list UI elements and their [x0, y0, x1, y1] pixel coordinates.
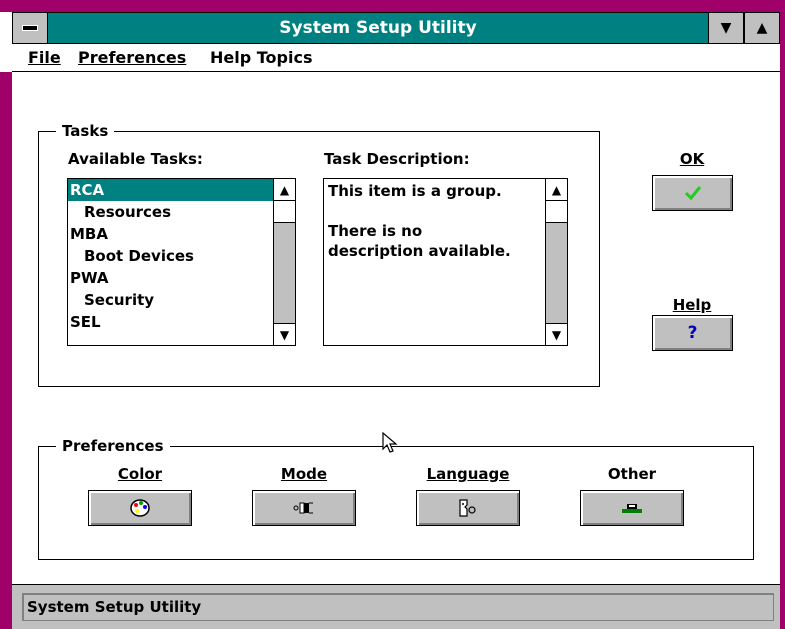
- language-label-text: Language: [426, 465, 510, 483]
- help-button[interactable]: ?: [652, 315, 733, 351]
- preferences-group-title: Preferences: [56, 437, 170, 455]
- status-bar: System Setup Utility: [12, 584, 780, 629]
- task-list-item[interactable]: SEL: [68, 311, 295, 333]
- color-label: Color: [88, 465, 192, 483]
- desc-scroll-up-button[interactable]: ▲: [546, 179, 567, 201]
- task-list-items: RCA Resources MBA Boot Devices PWA Security SE…: [68, 179, 295, 333]
- window-frame-left: [0, 72, 12, 629]
- window-frame-top: [0, 0, 785, 12]
- checkmark-icon: [684, 186, 701, 201]
- task-list-item[interactable]: Security: [68, 289, 295, 311]
- minimize-button[interactable]: ▼: [708, 12, 744, 44]
- help-label: Help: [652, 296, 732, 314]
- color-button[interactable]: [88, 490, 192, 526]
- menu-help-topics-label: Help Topics: [210, 48, 313, 67]
- color-label-text: Color: [117, 465, 163, 483]
- window-frame-right: [780, 10, 785, 629]
- task-description-label: Task Description:: [324, 150, 470, 168]
- menu-bar: File Preferences Help Topics: [12, 44, 780, 72]
- ok-label-text: OK: [679, 150, 705, 168]
- mode-label: Mode: [252, 465, 356, 483]
- language-label: Language: [416, 465, 520, 483]
- minimize-icon: ▼: [720, 20, 732, 36]
- menu-file-label: File: [28, 48, 61, 67]
- scroll-up-icon: ▲: [279, 182, 290, 197]
- mode-icon: [293, 502, 313, 514]
- task-list-item[interactable]: Resources: [68, 201, 295, 223]
- task-description-box[interactable]: This item is a group. There is no descri…: [323, 178, 568, 346]
- status-text: System Setup Utility: [22, 593, 774, 621]
- scroll-up-button[interactable]: ▲: [274, 179, 295, 201]
- scroll-thumb[interactable]: [274, 201, 295, 223]
- mode-button[interactable]: [252, 490, 356, 526]
- maximize-icon: ▲: [756, 20, 768, 36]
- menu-help-topics[interactable]: Help Topics: [210, 48, 312, 67]
- client-area: Tasks Available Tasks: Task Description:…: [12, 72, 780, 590]
- other-button[interactable]: [580, 490, 684, 526]
- task-description-text: This item is a group. There is no descri…: [328, 182, 511, 260]
- system-menu-button[interactable]: [12, 12, 48, 44]
- tasks-group-title: Tasks: [56, 122, 115, 140]
- task-list-item[interactable]: Boot Devices: [68, 245, 295, 267]
- scroll-down-button[interactable]: ▼: [274, 323, 295, 345]
- palette-icon: [130, 499, 150, 517]
- app-window: System Setup Utility ▼ ▲ File Preference…: [0, 0, 785, 629]
- task-list-item[interactable]: PWA: [68, 267, 295, 289]
- menu-preferences-label: Preferences: [78, 48, 187, 67]
- system-menu-icon: [22, 25, 38, 31]
- scroll-down-icon: ▼: [279, 327, 290, 342]
- desc-scroll-up-icon: ▲: [551, 182, 562, 197]
- description-scrollbar[interactable]: ▲ ▼: [545, 179, 567, 345]
- help-question-icon: ?: [687, 323, 698, 343]
- language-icon: [459, 499, 476, 517]
- help-label-text: Help: [672, 296, 712, 314]
- menu-preferences[interactable]: Preferences: [78, 48, 186, 67]
- other-icon: [622, 504, 642, 513]
- language-button[interactable]: [416, 490, 520, 526]
- maximize-button[interactable]: ▲: [744, 12, 780, 44]
- mouse-cursor-icon: [382, 432, 398, 453]
- mode-label-text: Mode: [280, 465, 328, 483]
- desc-scroll-thumb[interactable]: [546, 201, 567, 223]
- ok-button[interactable]: [652, 175, 733, 211]
- available-tasks-list[interactable]: RCA Resources MBA Boot Devices PWA Security SE…: [67, 178, 296, 346]
- menu-file[interactable]: File: [28, 48, 61, 67]
- other-label: Other: [580, 465, 684, 483]
- available-tasks-label: Available Tasks:: [68, 150, 203, 168]
- task-list-item[interactable]: MBA: [68, 223, 295, 245]
- desc-scroll-down-icon: ▼: [551, 327, 562, 342]
- task-list-item[interactable]: RCA: [68, 179, 295, 201]
- tasks-scrollbar[interactable]: ▲ ▼: [273, 179, 295, 345]
- other-label-text: Other: [607, 465, 657, 483]
- window-title: System Setup Utility: [279, 18, 477, 38]
- desc-scroll-down-button[interactable]: ▼: [546, 323, 567, 345]
- ok-label: OK: [652, 150, 732, 168]
